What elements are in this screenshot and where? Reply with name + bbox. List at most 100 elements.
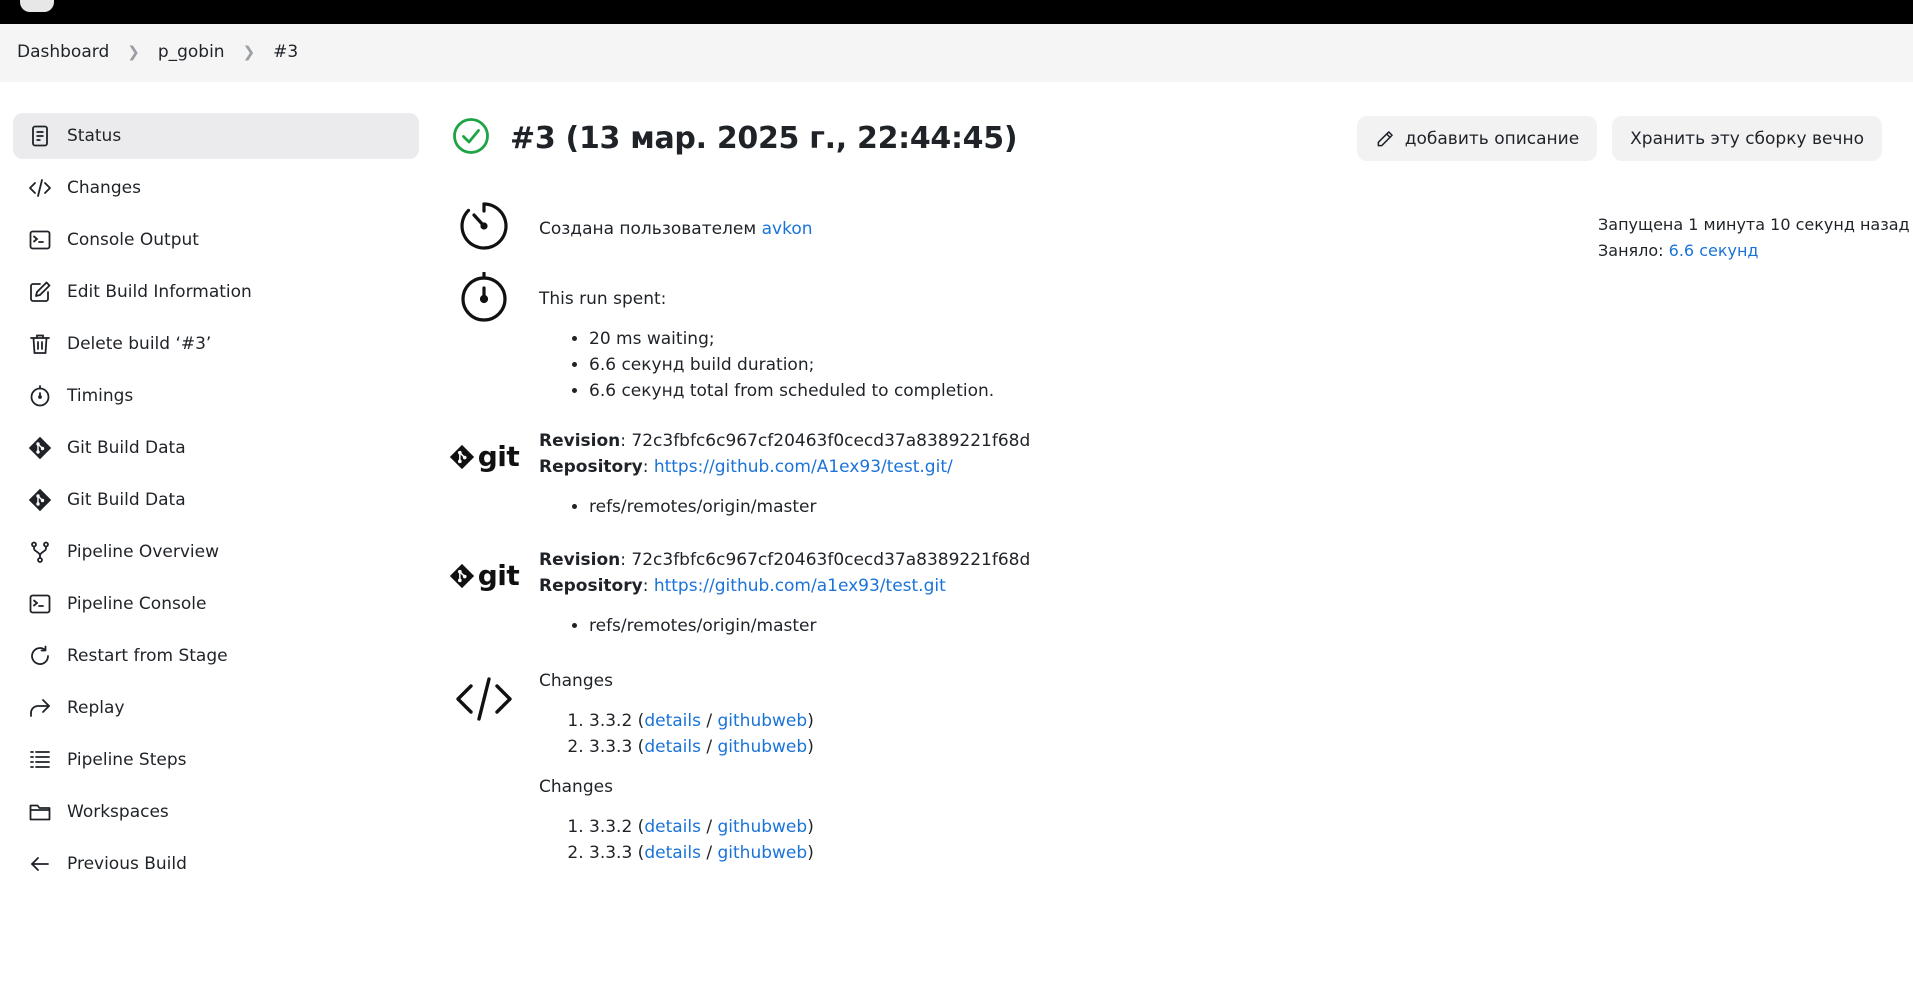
breadcrumb-job[interactable]: p_gobin (158, 42, 225, 62)
sidebar-item-changes[interactable]: Changes (13, 165, 419, 211)
list-item: 6.6 секунд build duration; (589, 352, 994, 378)
git-logo: git (449, 440, 520, 473)
code-icon (27, 175, 53, 201)
details-link[interactable]: details (644, 711, 701, 731)
header-actions: добавить описание Хранить эту сборку веч… (1356, 116, 1882, 161)
sidebar-item-git-build-data[interactable]: Git Build Data (13, 425, 419, 471)
took-value-link[interactable]: 6.6 секунд (1669, 241, 1759, 260)
sidebar-item-label: Status (67, 126, 122, 146)
sidebar-item-label: Changes (67, 178, 141, 198)
sidebar-item-timings[interactable]: Timings (13, 373, 419, 419)
details-link[interactable]: details (644, 817, 701, 837)
revision-row: Revision: 72c3fbfc6c967cf20463f0cecd37a8… (539, 550, 1031, 570)
keep-build-forever-button[interactable]: Хранить эту сборку вечно (1612, 116, 1882, 161)
git-icon (27, 435, 53, 461)
terminal-icon (27, 227, 53, 253)
sidebar-item-status[interactable]: Status (13, 113, 419, 159)
details-link[interactable]: details (644, 737, 701, 757)
trash-icon (27, 331, 53, 357)
folder-icon (27, 799, 53, 825)
revision-label: Revision (539, 550, 621, 570)
sidebar-item-label: Pipeline Overview (67, 542, 219, 562)
build-timing-summary: Запущена 1 минута 10 секунд назад Заняло… (1598, 212, 1910, 264)
breadcrumb-dashboard[interactable]: Dashboard (17, 42, 109, 62)
list-item: 20 ms waiting; (589, 326, 994, 352)
sidebar-item-previous-build[interactable]: Previous Build (13, 841, 419, 887)
githubweb-link[interactable]: githubweb (718, 737, 808, 757)
sidebar-item-workspaces[interactable]: Workspaces (13, 789, 419, 835)
githubweb-link[interactable]: githubweb (718, 711, 808, 731)
change-version: 3.3.2 (589, 711, 633, 731)
user-link[interactable]: avkon (762, 219, 813, 239)
changes-heading: Changes (539, 777, 613, 797)
git-details: Revision: 72c3fbfc6c967cf20463f0cecd37a8… (539, 547, 1030, 639)
sidebar-item-label: Delete build ‘#3’ (67, 334, 212, 354)
run-timing-text: This run spent: 20 ms waiting; 6.6 секун… (539, 286, 994, 404)
change-version: 3.3.2 (589, 817, 633, 837)
sidebar-item-label: Replay (67, 698, 125, 718)
details-link[interactable]: details (644, 843, 701, 863)
sidebar-item-restart-from-stage[interactable]: Restart from Stage (13, 633, 419, 679)
list-item: 6.6 секунд total from scheduled to compl… (589, 378, 994, 404)
breadcrumb-bar: Dashboard ❯ p_gobin ❯ #3 (0, 24, 1913, 82)
list-item: refs/remotes/origin/master (589, 494, 1030, 520)
terminal-icon (27, 591, 53, 617)
took-label: Заняло: (1598, 241, 1664, 260)
sidebar-item-label: Workspaces (67, 802, 169, 822)
stopwatch-icon (27, 383, 53, 409)
repository-label: Repository (539, 576, 643, 596)
repository-row: Repository: https://github.com/A1ex93/te… (539, 457, 953, 477)
sidebar: Status Changes Console Output Edit Build… (13, 113, 419, 893)
success-status-icon (452, 117, 490, 159)
run-timing-heading: This run spent: (539, 289, 667, 309)
created-by-text: Создана пользователем avkon (539, 216, 813, 242)
add-description-button[interactable]: добавить описание (1356, 116, 1598, 161)
revision-hash: 72c3fbfc6c967cf20463f0cecd37a8389221f68d (631, 431, 1031, 451)
run-timing-list: 20 ms waiting; 6.6 секунд build duration… (539, 326, 994, 404)
revision-hash: 72c3fbfc6c967cf20463f0cecd37a8389221f68d (631, 550, 1031, 570)
sidebar-item-pipeline-steps[interactable]: Pipeline Steps (13, 737, 419, 783)
list-item: 3.3.2 (details / githubweb) (589, 814, 814, 840)
build-title-row: #3 (13 мар. 2025 г., 22:44:45) (452, 112, 1018, 164)
sidebar-item-pipeline-overview[interactable]: Pipeline Overview (13, 529, 419, 575)
repository-link[interactable]: https://github.com/a1ex93/test.git (654, 576, 946, 596)
sidebar-item-replay[interactable]: Replay (13, 685, 419, 731)
git-details: Revision: 72c3fbfc6c967cf20463f0cecd37a8… (539, 428, 1030, 520)
refs-list: refs/remotes/origin/master (539, 613, 1030, 639)
created-by-prefix: Создана пользователем (539, 219, 757, 239)
revision-label: Revision (539, 431, 621, 451)
keep-build-forever-label: Хранить эту сборку вечно (1630, 128, 1864, 149)
sidebar-item-pipeline-console[interactable]: Pipeline Console (13, 581, 419, 627)
chevron-right-icon: ❯ (127, 43, 140, 61)
git-logo-text: git (477, 559, 520, 592)
page-title: #3 (13 мар. 2025 г., 22:44:45) (510, 120, 1018, 156)
change-version: 3.3.3 (589, 843, 633, 863)
breadcrumb-build[interactable]: #3 (273, 42, 298, 62)
list-item: 3.3.3 (details / githubweb) (589, 734, 814, 760)
sidebar-item-label: Previous Build (67, 854, 187, 874)
sidebar-item-git-build-data-2[interactable]: Git Build Data (13, 477, 419, 523)
jenkins-logo[interactable] (20, 0, 54, 12)
githubweb-link[interactable]: githubweb (718, 817, 808, 837)
list-item: 3.3.2 (details / githubweb) (589, 708, 814, 734)
sidebar-item-label: Console Output (67, 230, 199, 250)
took-row: Заняло: 6.6 секунд (1598, 238, 1910, 264)
sidebar-item-label: Git Build Data (67, 490, 186, 510)
sidebar-item-label: Git Build Data (67, 438, 186, 458)
pencil-icon (1375, 129, 1395, 149)
repository-link[interactable]: https://github.com/A1ex93/test.git/ (654, 457, 953, 477)
githubweb-link[interactable]: githubweb (718, 843, 808, 863)
git-icon (449, 563, 474, 588)
breadcrumb: Dashboard ❯ p_gobin ❯ #3 (17, 42, 298, 62)
arrow-left-icon (27, 851, 53, 877)
started-ago-text: Запущена 1 минута 10 секунд назад (1598, 215, 1910, 234)
change-version: 3.3.3 (589, 737, 633, 757)
sidebar-item-delete-build[interactable]: Delete build ‘#3’ (13, 321, 419, 367)
sidebar-item-edit-build-information[interactable]: Edit Build Information (13, 269, 419, 315)
revision-row: Revision: 72c3fbfc6c967cf20463f0cecd37a8… (539, 431, 1031, 451)
list-item: 3.3.3 (details / githubweb) (589, 840, 814, 866)
sidebar-item-label: Pipeline Steps (67, 750, 187, 770)
list-item: refs/remotes/origin/master (589, 613, 1030, 639)
list-icon (27, 747, 53, 773)
sidebar-item-console-output[interactable]: Console Output (13, 217, 419, 263)
